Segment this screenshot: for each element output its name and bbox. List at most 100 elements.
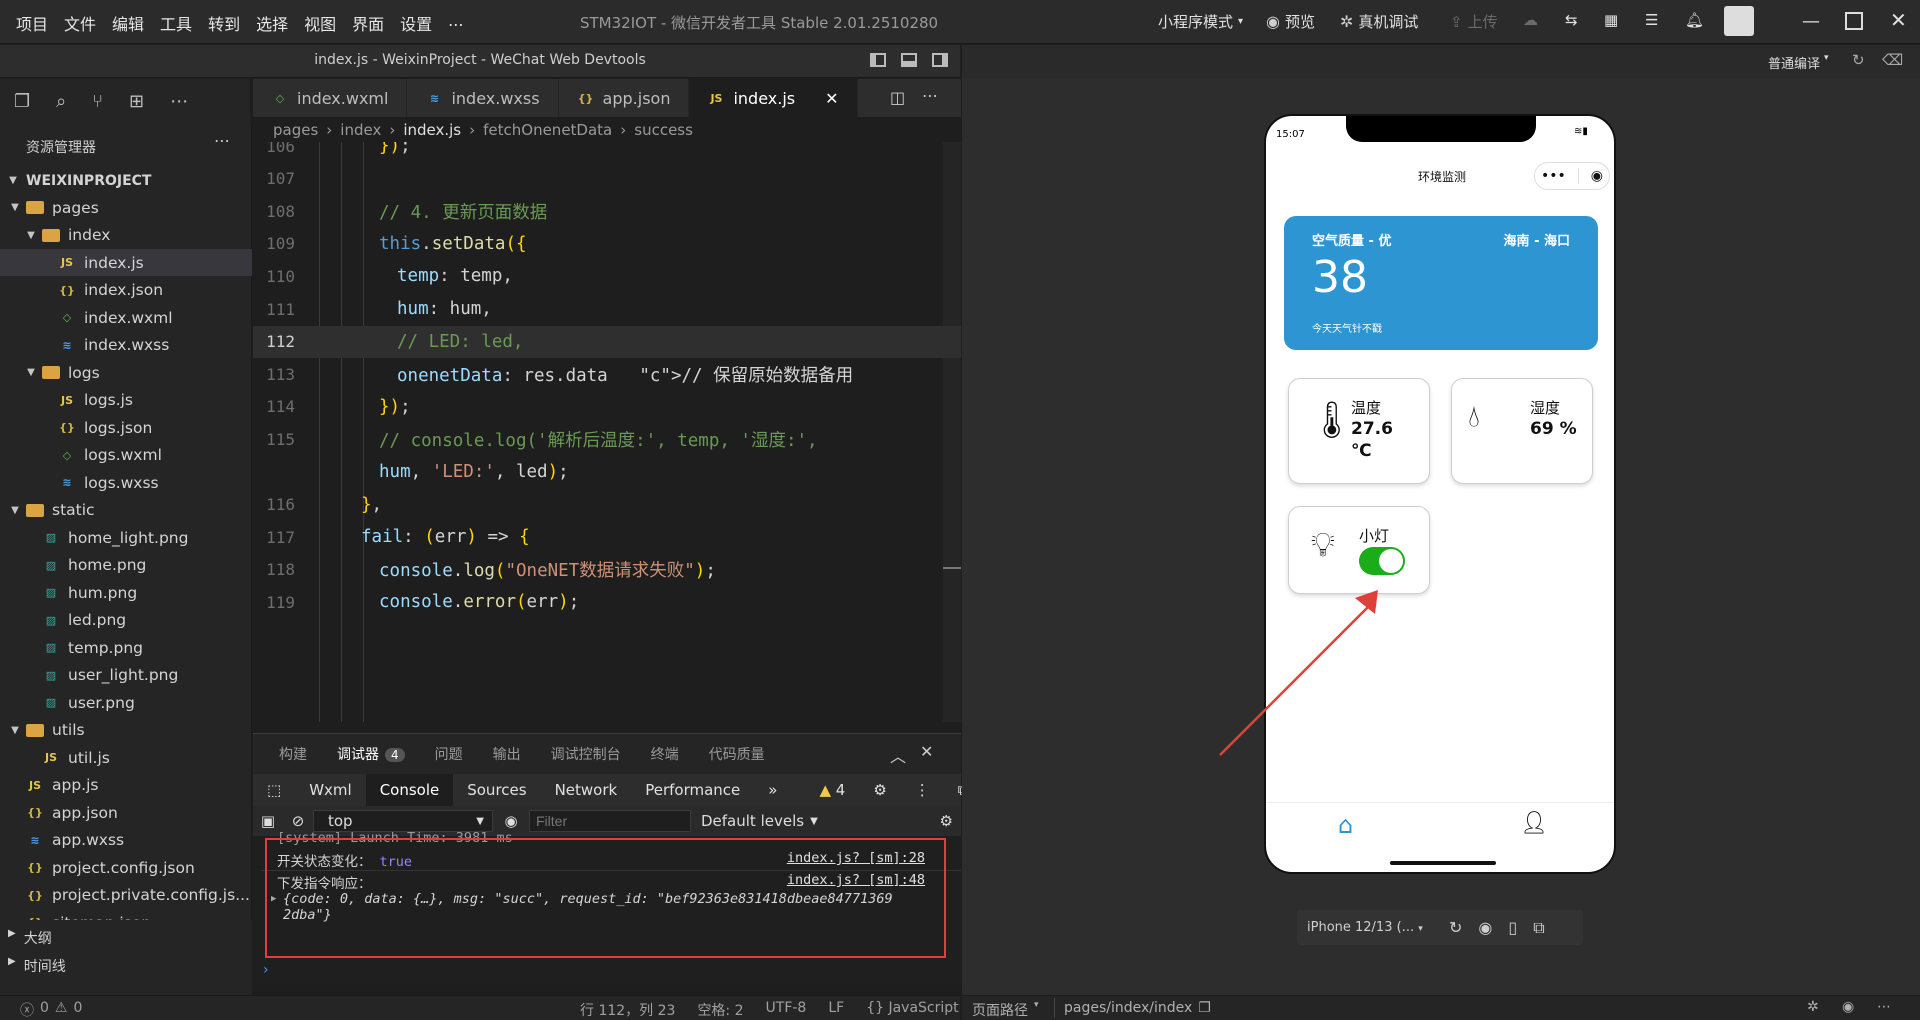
outline-section[interactable]: ▶ 大纲 <box>8 928 52 948</box>
tree-item[interactable]: ▼ pages <box>0 194 252 221</box>
explorer-more-icon[interactable]: ⋯ <box>214 131 230 150</box>
inspect-icon[interactable]: ⬚ <box>253 774 295 806</box>
code-line[interactable]: 113 onenetData: res.data "c">// 保留原始数据备用 <box>253 358 961 390</box>
code-line[interactable]: 110 temp: temp, <box>253 260 961 292</box>
clear-cache-icon[interactable]: ⌫ <box>1882 51 1903 69</box>
levels-select[interactable]: Default levels ▼ <box>701 812 818 830</box>
menu-item[interactable]: 工具 <box>160 11 192 35</box>
devtools-tab[interactable]: Sources <box>453 774 540 806</box>
devtools-tab[interactable]: Wxml <box>295 774 366 806</box>
tree-item[interactable]: ▨ temp.png <box>0 634 252 661</box>
rotate-icon[interactable]: ↻ <box>1449 918 1462 937</box>
sidebar-toggle-icon[interactable]: ▣ <box>253 812 283 830</box>
breadcrumb-item[interactable]: success <box>634 121 693 139</box>
swap-icon[interactable]: ⇆ <box>1565 11 1578 29</box>
breadcrumb-item[interactable]: pages <box>273 121 318 139</box>
extensions-icon[interactable]: ⊞ <box>129 91 144 112</box>
menu-item[interactable]: 选择 <box>256 11 288 35</box>
close-panel-icon[interactable]: ✕ <box>920 742 933 761</box>
settings-icon[interactable]: ⚙ <box>859 774 900 806</box>
close-tab-icon[interactable]: ✕ <box>825 89 838 108</box>
layout-icon[interactable]: ▦ <box>1604 11 1618 29</box>
context-select[interactable]: top ▼ <box>313 810 493 832</box>
tree-item[interactable]: ▼ index <box>0 222 252 249</box>
devtools-tab[interactable]: Network <box>541 774 632 806</box>
tree-item[interactable]: ◇ index.wxml <box>0 304 252 331</box>
toggle-panel-icon[interactable] <box>901 53 917 67</box>
tree-item[interactable]: JS app.js <box>0 772 252 799</box>
settings-icon[interactable]: ⚙ <box>940 812 953 830</box>
code-editor[interactable]: 106}); 107 108 // 4. 更新页面数据 109 this.setData(… <box>253 142 961 722</box>
tree-item[interactable]: {} app.json <box>0 799 252 826</box>
code-line[interactable]: 106}); <box>253 142 961 162</box>
multi-window-icon[interactable]: ⧉ <box>1533 918 1544 938</box>
code-line[interactable]: 109 this.setData({ <box>253 228 961 260</box>
refresh-icon[interactable]: ↻ <box>1852 51 1865 69</box>
tree-item[interactable]: ▨ home.png <box>0 552 252 579</box>
tree-item[interactable]: ▼ static <box>0 497 252 524</box>
devtools-tab[interactable]: Console <box>365 774 454 806</box>
code-line[interactable]: 116}, <box>253 489 961 521</box>
breadcrumb-item[interactable]: index.js <box>403 121 461 139</box>
maximize-button[interactable] <box>1845 12 1863 30</box>
devtools-tab[interactable]: Performance <box>631 774 754 806</box>
tab-index-wxss[interactable]: ≋ index.wxss <box>407 79 559 117</box>
cloud-icon[interactable]: ☁ <box>1523 11 1538 29</box>
bell-icon[interactable]: 🔔︎ <box>1685 11 1704 29</box>
eye-icon[interactable]: ◉ <box>1842 999 1854 1015</box>
prompt-icon[interactable]: › <box>263 962 269 978</box>
menu-item[interactable]: 编辑 <box>112 11 144 35</box>
more-icon[interactable]: ⋯ <box>170 91 188 112</box>
device-select[interactable]: iPhone 12/13 (... ▾ <box>1307 920 1435 935</box>
preview-button[interactable]: ◉ 预览 <box>1266 11 1315 32</box>
debug-tab[interactable]: 代码质量 <box>709 744 765 764</box>
tab-index-js[interactable]: JS index.js ✕ <box>689 79 858 117</box>
tree-item[interactable]: ▨ user.png <box>0 689 252 716</box>
menu-item[interactable]: 界面 <box>352 11 384 35</box>
toggle-secondary-icon[interactable] <box>932 53 948 67</box>
search-icon[interactable]: ⌕ <box>56 91 66 112</box>
code-line[interactable]: 107 <box>253 163 961 195</box>
upload-button[interactable]: ⇪ 上传 <box>1450 11 1498 32</box>
light-toggle[interactable] <box>1359 547 1405 575</box>
files-icon[interactable]: ❐ <box>14 91 30 112</box>
avatar[interactable] <box>1724 6 1754 36</box>
compile-select[interactable]: 普通编译 ▾ <box>1768 53 1829 72</box>
menu-item[interactable]: 设置 <box>400 11 432 35</box>
encoding[interactable]: UTF-8 <box>766 1000 807 1020</box>
tree-item[interactable]: {} project.config.json <box>0 854 252 881</box>
more-icon[interactable]: ⋯ <box>1877 999 1891 1015</box>
home-icon[interactable]: ⌂ <box>1338 811 1353 839</box>
warnings-counter[interactable]: ▲ 4 <box>805 774 859 806</box>
eol[interactable]: LF <box>828 1000 844 1020</box>
menu-item[interactable]: 转到 <box>208 11 240 35</box>
eye-icon[interactable]: ◉ <box>493 812 529 830</box>
tree-item[interactable]: ▼ utils <box>0 717 252 744</box>
debug-tab[interactable]: 构建 <box>279 744 307 764</box>
split-editor-icon[interactable]: ◫ <box>890 88 905 107</box>
bug-icon[interactable]: ✲ <box>1807 999 1819 1015</box>
tree-item[interactable]: ≋ logs.wxss <box>0 469 252 496</box>
menu-item[interactable]: 文件 <box>64 11 96 35</box>
problems-indicator[interactable]: ⓧ 0 ⚠ 0 <box>20 1000 82 1020</box>
code-line[interactable]: 114}); <box>253 391 961 423</box>
cursor-position[interactable]: 行 112，列 23 <box>580 1000 675 1020</box>
debug-tab[interactable]: 输出 <box>493 744 521 764</box>
console-filter-input[interactable] <box>529 810 691 832</box>
indent-setting[interactable]: 空格: 2 <box>697 1000 743 1020</box>
code-line[interactable]: hum, 'LED:', led); <box>253 456 961 488</box>
tree-item[interactable]: ▨ hum.png <box>0 579 252 606</box>
page-path-select[interactable]: 页面路径 ▾ <box>972 1000 1039 1020</box>
tree-item[interactable]: ▨ led.png <box>0 607 252 634</box>
tree-item[interactable]: {} logs.json <box>0 414 252 441</box>
debug-tab[interactable]: 调试器 4 <box>337 744 405 764</box>
code-line[interactable]: 111 hum: hum, <box>253 293 961 325</box>
menu-item[interactable]: ... <box>448 11 463 35</box>
user-icon[interactable]: 👤︎ <box>1520 811 1548 836</box>
tree-item[interactable]: JS logs.js <box>0 387 252 414</box>
breadcrumb-item[interactable]: fetchOnenetData <box>483 121 612 139</box>
phone-icon[interactable]: ▯ <box>1508 918 1517 937</box>
menu-item[interactable]: 项目 <box>16 11 48 35</box>
tab-index-wxml[interactable]: ◇ index.wxml <box>253 79 408 117</box>
record-icon[interactable]: ◉ <box>1478 918 1492 937</box>
